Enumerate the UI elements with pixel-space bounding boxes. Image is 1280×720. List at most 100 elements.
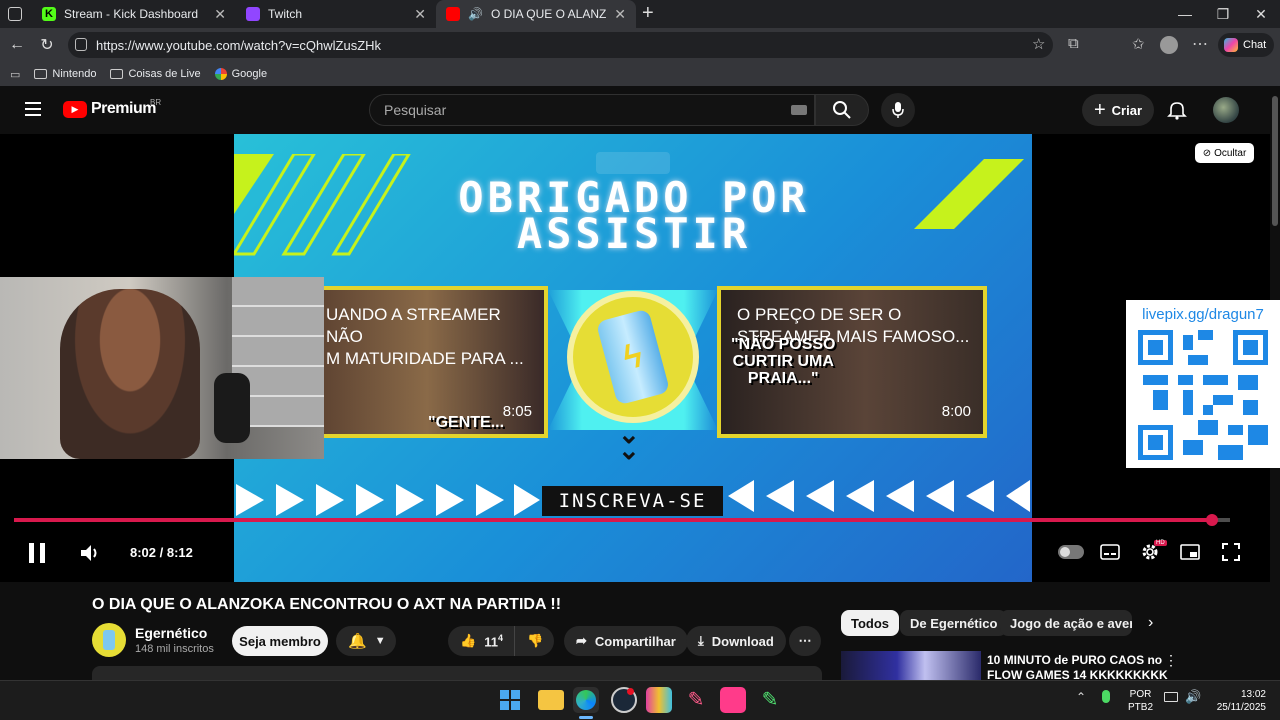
like-count-exponent: 4 [497, 632, 503, 643]
favorite-star-icon[interactable]: ☆ [1032, 35, 1045, 53]
account-avatar[interactable] [1213, 97, 1239, 123]
site-info-icon[interactable] [75, 38, 87, 51]
end-title: OBRIGADO POR ASSISTIR [384, 177, 884, 255]
video-title: O DIA QUE O ALANZOKA ENCONTROU O AXT NA … [92, 596, 562, 613]
share-label: Compartilhar [594, 633, 676, 649]
hide-end-screen-button[interactable]: ⊘ Ocultar [1195, 143, 1254, 163]
reading-list-icon[interactable]: ▭ [10, 68, 20, 81]
tab-title: O DIA QUE O ALANZOKA EN [490, 7, 607, 21]
new-tab-button[interactable]: + [642, 2, 654, 25]
channel-avatar[interactable] [92, 623, 126, 657]
close-icon[interactable]: ✕ [414, 6, 426, 23]
notifications-button[interactable]: 🔔 ▼ [336, 626, 396, 656]
fullscreen-button[interactable] [1220, 541, 1242, 563]
end-card-duration: 8:05 [502, 403, 532, 420]
end-card-title: UANDO A STREAMER NÃO M MATURIDADE PARA .… [326, 305, 524, 368]
volume-button[interactable] [76, 540, 104, 566]
region-label: BR [150, 98, 162, 107]
like-button[interactable]: 👍 114 [448, 626, 514, 656]
voice-search-button[interactable] [881, 93, 915, 127]
close-icon[interactable]: ✕ [214, 6, 226, 23]
tray-chevron-icon[interactable]: ⌃ [1076, 690, 1086, 704]
copilot-chat-button[interactable]: Chat [1218, 33, 1274, 57]
edge-browser-icon[interactable] [573, 687, 599, 713]
brush-app-icon[interactable]: ✎ [757, 687, 783, 713]
search-button[interactable] [815, 94, 869, 126]
chip-from-channel[interactable]: De Egernético [900, 610, 1008, 636]
fullscreen-icon [1222, 543, 1240, 561]
end-card-video-left[interactable]: UANDO A STREAMER NÃO M MATURIDADE PARA .… [306, 286, 548, 438]
tab-twitch[interactable]: Twitch ✕ [236, 0, 436, 28]
join-button[interactable]: Seja membro [232, 626, 328, 656]
miniplayer-icon [1180, 544, 1200, 560]
dislike-button[interactable]: 👎 [514, 626, 554, 656]
language-indicator[interactable]: POR PTB2 [1128, 688, 1153, 714]
share-button[interactable]: ➦ Compartilhar [564, 626, 688, 656]
progress-track[interactable] [14, 518, 1230, 522]
description-box[interactable] [92, 666, 822, 680]
bookmark-google[interactable]: Google [214, 68, 267, 80]
tab-youtube[interactable]: 🔊 O DIA QUE O ALANZOKA EN ✕ [436, 0, 636, 28]
notifications-bell-icon[interactable] [1167, 100, 1187, 123]
recommended-thumbnail[interactable] [841, 651, 981, 680]
join-label: Seja membro [239, 633, 321, 649]
autoplay-toggle[interactable] [1058, 545, 1084, 559]
network-icon[interactable] [1164, 692, 1178, 702]
close-icon[interactable]: ✕ [614, 6, 626, 23]
app-icon[interactable] [646, 687, 672, 713]
camera-app-icon[interactable] [720, 687, 746, 713]
progress-scrubber[interactable] [1205, 514, 1218, 526]
maximize-button[interactable]: ❐ [1204, 0, 1242, 28]
miniplayer-button[interactable] [1178, 541, 1202, 563]
more-actions-button[interactable]: ⋯ [789, 626, 821, 656]
brush-app-icon[interactable]: ✎ [683, 687, 709, 713]
download-button[interactable]: ⤓ Download [686, 626, 786, 656]
profile-avatar[interactable] [1160, 36, 1178, 54]
start-button[interactable] [500, 690, 520, 710]
download-icon: ⤓ [698, 633, 704, 648]
youtube-play-icon: ▶ [63, 100, 87, 118]
refresh-button[interactable]: ↻ [34, 32, 60, 58]
recommended-title[interactable]: 10 MINUTO de PURO CAOS no FLOW GAMES 14 … [987, 653, 1168, 680]
create-button[interactable]: + Criar [1082, 94, 1154, 126]
clock[interactable]: 13:02 25/11/2025 [1208, 688, 1266, 714]
channel-name[interactable]: Egernético [135, 625, 207, 641]
tray-mic-icon[interactable] [1102, 690, 1110, 703]
favorites-icon[interactable]: ✩ [1132, 35, 1145, 53]
recommended-menu-icon[interactable]: ⋮ [1164, 652, 1178, 669]
search-icon [833, 101, 851, 119]
bookmark-coisas-de-live[interactable]: Coisas de Live [110, 68, 201, 80]
clock-time: 13:02 [1240, 689, 1266, 700]
keyboard-icon[interactable] [791, 105, 807, 115]
hide-label: Ocultar [1214, 147, 1247, 159]
pause-button[interactable] [20, 538, 54, 568]
file-explorer-icon[interactable] [538, 690, 564, 710]
subtitles-button[interactable] [1098, 541, 1122, 563]
address-bar[interactable]: https://www.youtube.com/watch?v=cQhwlZus… [68, 32, 1053, 58]
livepix-overlay: livepix.gg/dragun7 [1126, 300, 1280, 468]
speaker-icon[interactable]: 🔊 [1185, 689, 1201, 705]
microphone-icon [892, 102, 904, 118]
search-input[interactable]: Pesquisar [369, 94, 815, 126]
bookmark-nintendo[interactable]: Nintendo [34, 68, 96, 80]
tab-kick[interactable]: K Stream - Kick Dashboard ✕ [32, 0, 236, 28]
folder-icon [110, 69, 124, 79]
chip-label: Todos [851, 615, 890, 631]
back-button[interactable]: ← [4, 32, 30, 58]
extensions-icon[interactable]: ⧉ [1068, 35, 1079, 52]
tab-title: Stream - Kick Dashboard [64, 7, 199, 21]
end-card-video-right[interactable]: O PREÇO DE SER O STREAMER MAIS FAMOSO...… [717, 286, 987, 438]
more-menu-icon[interactable]: ⋯ [1192, 34, 1208, 54]
url-text: https://www.youtube.com/watch?v=cQhwlZus… [96, 37, 382, 53]
chip-label: Jogo de ação e aventur [1010, 615, 1132, 631]
window-close-button[interactable]: ✕ [1242, 0, 1280, 28]
subscribe-banner[interactable]: INSCREVA-SE [542, 486, 723, 516]
speaker-icon[interactable]: 🔊 [468, 7, 483, 21]
chip-action-adventure[interactable]: Jogo de ação e aventur [1000, 610, 1132, 636]
minimize-button[interactable]: — [1166, 0, 1204, 28]
youtube-logo[interactable]: ▶ Premium [63, 100, 156, 118]
tab-actions-icon[interactable] [8, 7, 22, 21]
chip-all[interactable]: Todos [841, 610, 900, 636]
chevron-right-icon[interactable]: › [1148, 614, 1153, 632]
menu-icon[interactable] [25, 102, 41, 116]
